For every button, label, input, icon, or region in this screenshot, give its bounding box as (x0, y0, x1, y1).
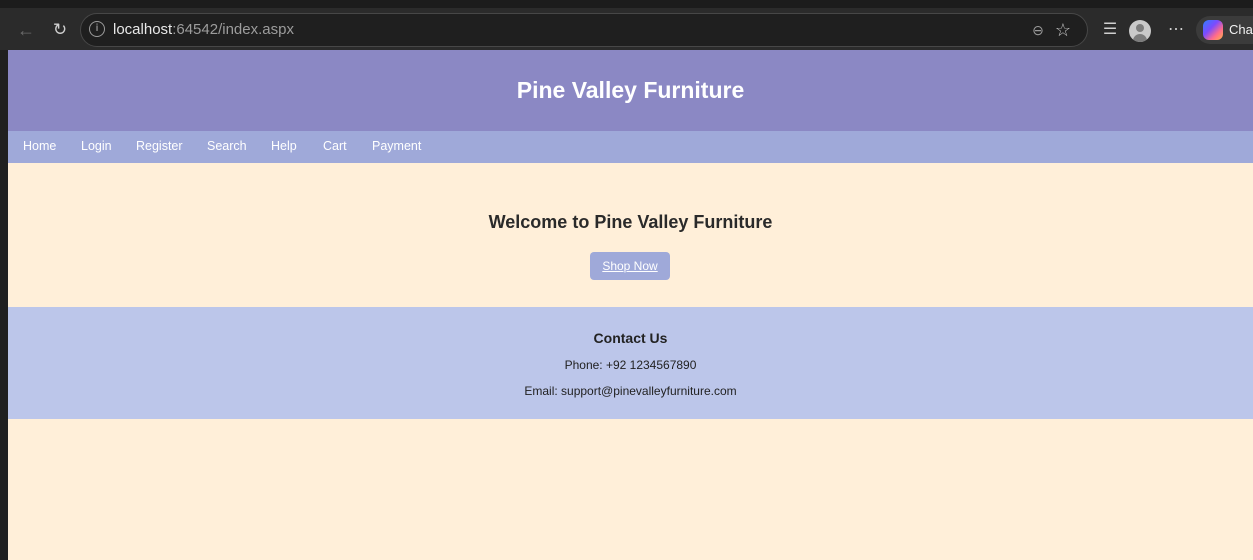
nav-link-home[interactable]: Home (23, 139, 56, 154)
web-page: Pine Valley Furniture Home Login Registe… (8, 50, 1253, 560)
hero-section: Welcome to Pine Valley Furniture Shop No… (8, 163, 1253, 307)
site-nav: Home Login Register Search Help Cart Pay… (8, 131, 1253, 163)
info-icon[interactable]: i (89, 21, 105, 37)
back-arrow-icon[interactable]: ← (14, 18, 38, 42)
welcome-heading: Welcome to Pine Valley Furniture (488, 212, 773, 232)
browser-toolbar: ← ↻ i localhost:64542/index.aspx ⊖ ☆ ☰ ⋯… (0, 0, 1253, 50)
url-path: :64542/index.aspx (172, 21, 294, 38)
contact-heading: Contact Us (593, 330, 668, 346)
copilot-label: Chat (1229, 22, 1253, 37)
site-title: Pine Valley Furniture (516, 77, 745, 103)
contact-phone: Phone: +92 1234567890 (564, 358, 697, 372)
shop-now-button[interactable]: Shop Now (590, 252, 670, 280)
nav-link-register[interactable]: Register (136, 139, 183, 154)
nav-link-login[interactable]: Login (81, 139, 112, 154)
copilot-icon (1203, 20, 1223, 40)
zoom-out-icon[interactable]: ⊖ (1029, 21, 1047, 39)
url-text[interactable]: localhost:64542/index.aspx (113, 21, 294, 39)
nav-link-payment[interactable]: Payment (372, 139, 421, 154)
reload-icon[interactable]: ↻ (48, 18, 72, 42)
contact-section: Contact Us Phone: +92 1234567890 Email: … (8, 307, 1253, 419)
star-icon[interactable]: ☆ (1053, 20, 1073, 40)
nav-link-help[interactable]: Help (271, 139, 297, 154)
profile-icon[interactable] (1129, 20, 1151, 42)
more-icon[interactable]: ⋯ (1166, 18, 1186, 42)
copilot-button[interactable]: Chat (1196, 16, 1253, 44)
url-host: localhost (113, 21, 173, 38)
address-bar[interactable]: i localhost:64542/index.aspx ⊖ ☆ (80, 13, 1088, 47)
contact-email: Email: support@pinevalleyfurniture.com (524, 384, 737, 398)
site-header: Pine Valley Furniture (8, 50, 1253, 131)
nav-link-search[interactable]: Search (207, 139, 247, 154)
nav-link-cart[interactable]: Cart (323, 139, 347, 154)
favorites-icon[interactable]: ☰ (1099, 19, 1121, 41)
